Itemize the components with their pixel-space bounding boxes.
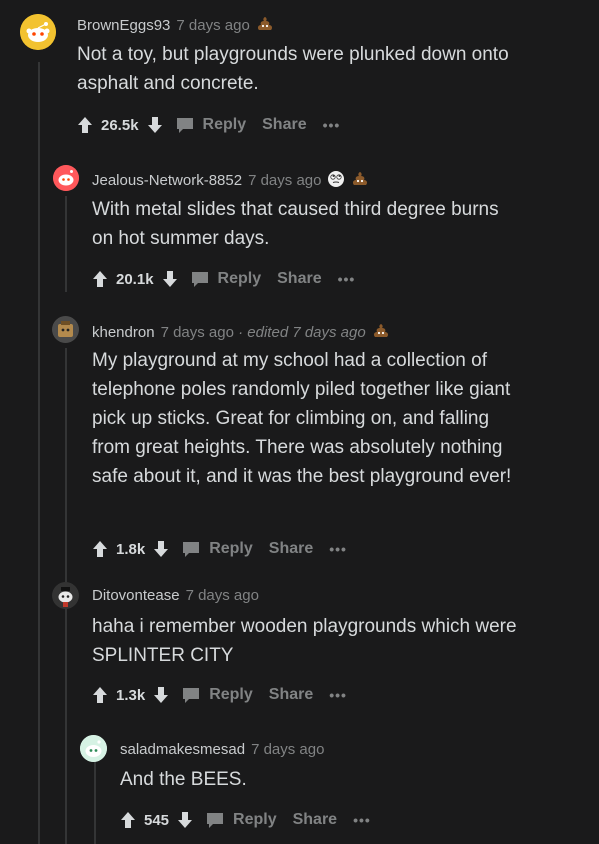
downvote-icon[interactable] [147, 116, 163, 134]
comment-text: haha i remember wooden playgrounds which… [92, 616, 517, 666]
share-button[interactable]: Share [277, 270, 321, 288]
snoo-avatar-icon [80, 735, 107, 762]
comment-meta: Jealous-Network-8852 7 days ago [92, 170, 369, 192]
comment-body: My playground at my school had a collect… [92, 346, 532, 491]
reply-icon [176, 118, 193, 133]
vote-score: 545 [144, 811, 170, 829]
poop-award-icon[interactable] [372, 322, 390, 344]
poop-award-icon[interactable] [256, 15, 274, 37]
more-options-button[interactable]: ••• [338, 271, 356, 287]
comment-text: And the BEES. [120, 769, 247, 790]
timestamp[interactable]: 7 days ago [248, 172, 321, 189]
reply-button[interactable]: Reply [205, 811, 277, 829]
comment-actions: 26.5k Reply Share ••• [77, 113, 340, 137]
snoo-avatar-icon [20, 14, 56, 50]
timestamp[interactable]: 7 days ago [251, 741, 324, 758]
avatar[interactable] [52, 316, 79, 343]
upvote-icon[interactable] [120, 811, 136, 829]
downvote-icon[interactable] [162, 270, 178, 288]
comment-text: Not a toy, but playgrounds were plunked … [77, 44, 509, 94]
more-options-button[interactable]: ••• [329, 541, 347, 557]
reply-label: Reply [209, 540, 253, 557]
comment-text: With metal slides that caused third degr… [92, 199, 499, 249]
edited-label: · edited 7 days ago [238, 324, 366, 341]
reply-icon [207, 813, 224, 828]
rolling-eyes-award-icon[interactable] [327, 170, 345, 192]
reply-icon [183, 688, 200, 703]
share-button[interactable]: Share [269, 686, 313, 704]
username[interactable]: BrownEggs93 [77, 17, 170, 34]
snoo-avatar-icon [53, 165, 79, 191]
thread-line-1[interactable] [38, 62, 40, 844]
comment-meta: Ditovontease 7 days ago [92, 587, 259, 604]
avatar[interactable] [52, 582, 79, 609]
comment-body: With metal slides that caused third degr… [92, 195, 512, 253]
reply-label: Reply [209, 686, 253, 703]
thread-line-4[interactable] [65, 610, 67, 844]
comment-body: haha i remember wooden playgrounds which… [92, 612, 532, 670]
avatar[interactable] [20, 14, 56, 50]
reply-icon [191, 272, 208, 287]
comment-meta: khendron 7 days ago · edited 7 days ago [92, 322, 390, 344]
comment-actions: 545 Reply Share ••• [120, 808, 371, 832]
downvote-icon[interactable] [153, 686, 169, 704]
snoo-avatar-icon [52, 582, 79, 609]
reply-button[interactable]: Reply [190, 270, 262, 288]
vote-score: 1.3k [116, 686, 146, 704]
username[interactable]: saladmakesmesad [120, 741, 245, 758]
comment-meta: BrownEggs93 7 days ago [77, 15, 274, 37]
comment-body: Not a toy, but playgrounds were plunked … [77, 40, 517, 98]
upvote-icon[interactable] [77, 116, 93, 134]
comment-actions: 1.8k Reply Share ••• [92, 537, 347, 561]
upvote-icon[interactable] [92, 540, 108, 558]
vote-score: 20.1k [116, 270, 154, 288]
comment-actions: 1.3k Reply Share ••• [92, 683, 347, 707]
reply-icon [183, 542, 200, 557]
more-options-button[interactable]: ••• [353, 812, 371, 828]
snoo-avatar-icon [52, 316, 79, 343]
thread-line-2[interactable] [65, 196, 67, 292]
timestamp[interactable]: 7 days ago [176, 17, 249, 34]
avatar[interactable] [53, 165, 79, 191]
upvote-icon[interactable] [92, 270, 108, 288]
reply-button[interactable]: Reply [181, 686, 253, 704]
vote-score: 1.8k [116, 540, 146, 558]
reply-label: Reply [233, 811, 277, 828]
timestamp[interactable]: 7 days ago [161, 324, 234, 341]
reply-button[interactable]: Reply [181, 540, 253, 558]
avatar[interactable] [80, 735, 107, 762]
reply-button[interactable]: Reply [175, 116, 247, 134]
comment-body: And the BEES. [120, 765, 540, 794]
username[interactable]: Ditovontease [92, 587, 180, 604]
vote-score: 26.5k [101, 116, 139, 134]
comment-text: My playground at my school had a collect… [92, 350, 512, 487]
reply-label: Reply [217, 270, 262, 287]
upvote-icon[interactable] [92, 686, 108, 704]
downvote-icon[interactable] [153, 540, 169, 558]
comment-actions: 20.1k Reply Share ••• [92, 267, 355, 291]
share-button[interactable]: Share [262, 116, 306, 134]
share-button[interactable]: Share [269, 540, 313, 558]
more-options-button[interactable]: ••• [329, 687, 347, 703]
more-options-button[interactable]: ••• [323, 117, 341, 133]
thread-line-5[interactable] [94, 762, 96, 844]
comment-meta: saladmakesmesad 7 days ago [120, 741, 324, 758]
downvote-icon[interactable] [177, 811, 193, 829]
poop-award-icon[interactable] [351, 170, 369, 192]
username[interactable]: Jealous-Network-8852 [92, 172, 242, 189]
username[interactable]: khendron [92, 324, 155, 341]
share-button[interactable]: Share [293, 811, 337, 829]
timestamp[interactable]: 7 days ago [186, 587, 259, 604]
reply-label: Reply [202, 116, 247, 133]
